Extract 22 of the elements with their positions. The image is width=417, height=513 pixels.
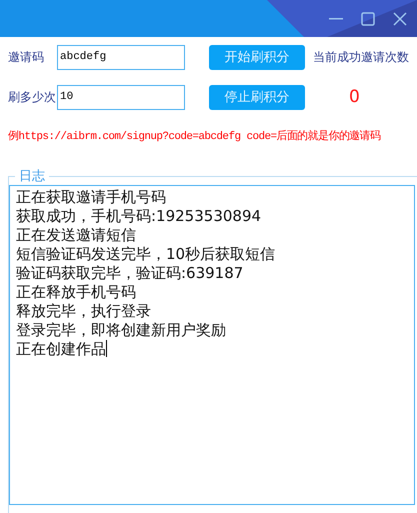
success-count-label: 当前成功邀请次数 — [313, 48, 409, 66]
maximize-icon — [361, 12, 375, 26]
invite-code-input[interactable]: abcdefg — [57, 44, 185, 70]
hint-text: 例https://aibrm.com/signup?code=abcdefg code=后面的就是你的邀请码 — [8, 129, 382, 143]
log-line: 正在发送邀请短信 — [16, 226, 137, 245]
field-label: 邀请码 — [8, 48, 45, 66]
success-count: 0 — [349, 87, 360, 107]
count-input[interactable]: 10 — [57, 84, 185, 110]
log-line: 正在创建作品 — [16, 340, 108, 359]
text-cursor — [106, 340, 107, 357]
log-line: 获取成功，手机号码:19253530894 — [16, 207, 262, 226]
log-line: 登录完毕，即将创建新用户奖励 — [16, 321, 227, 340]
log-line: 验证码获取完毕，验证码:639187 — [16, 264, 244, 283]
log-box[interactable]: 正在获取邀请手机号码 获取成功，手机号码:19253530894 正在发送邀请短信 短信验证码发送完毕，10秒后获取短信 验证码获取完毕，验证码:639187 正在释放手机号码 释放完毕，执行登录 登录完毕，即将创建新用户奖励 正在创建作品 — [9, 185, 415, 505]
minimize-icon — [329, 18, 343, 20]
group-title: 日志 — [18, 168, 46, 185]
log-line: 正在获取邀请手机号码 — [16, 188, 167, 207]
close-icon — [393, 12, 407, 26]
field-label: 刷多少次 — [8, 88, 56, 106]
log-line: 释放完毕，执行登录 — [16, 302, 152, 321]
log-line: 正在释放手机号码 — [16, 283, 137, 302]
log-line: 短信验证码发送完毕，10秒后获取短信 — [16, 245, 276, 264]
